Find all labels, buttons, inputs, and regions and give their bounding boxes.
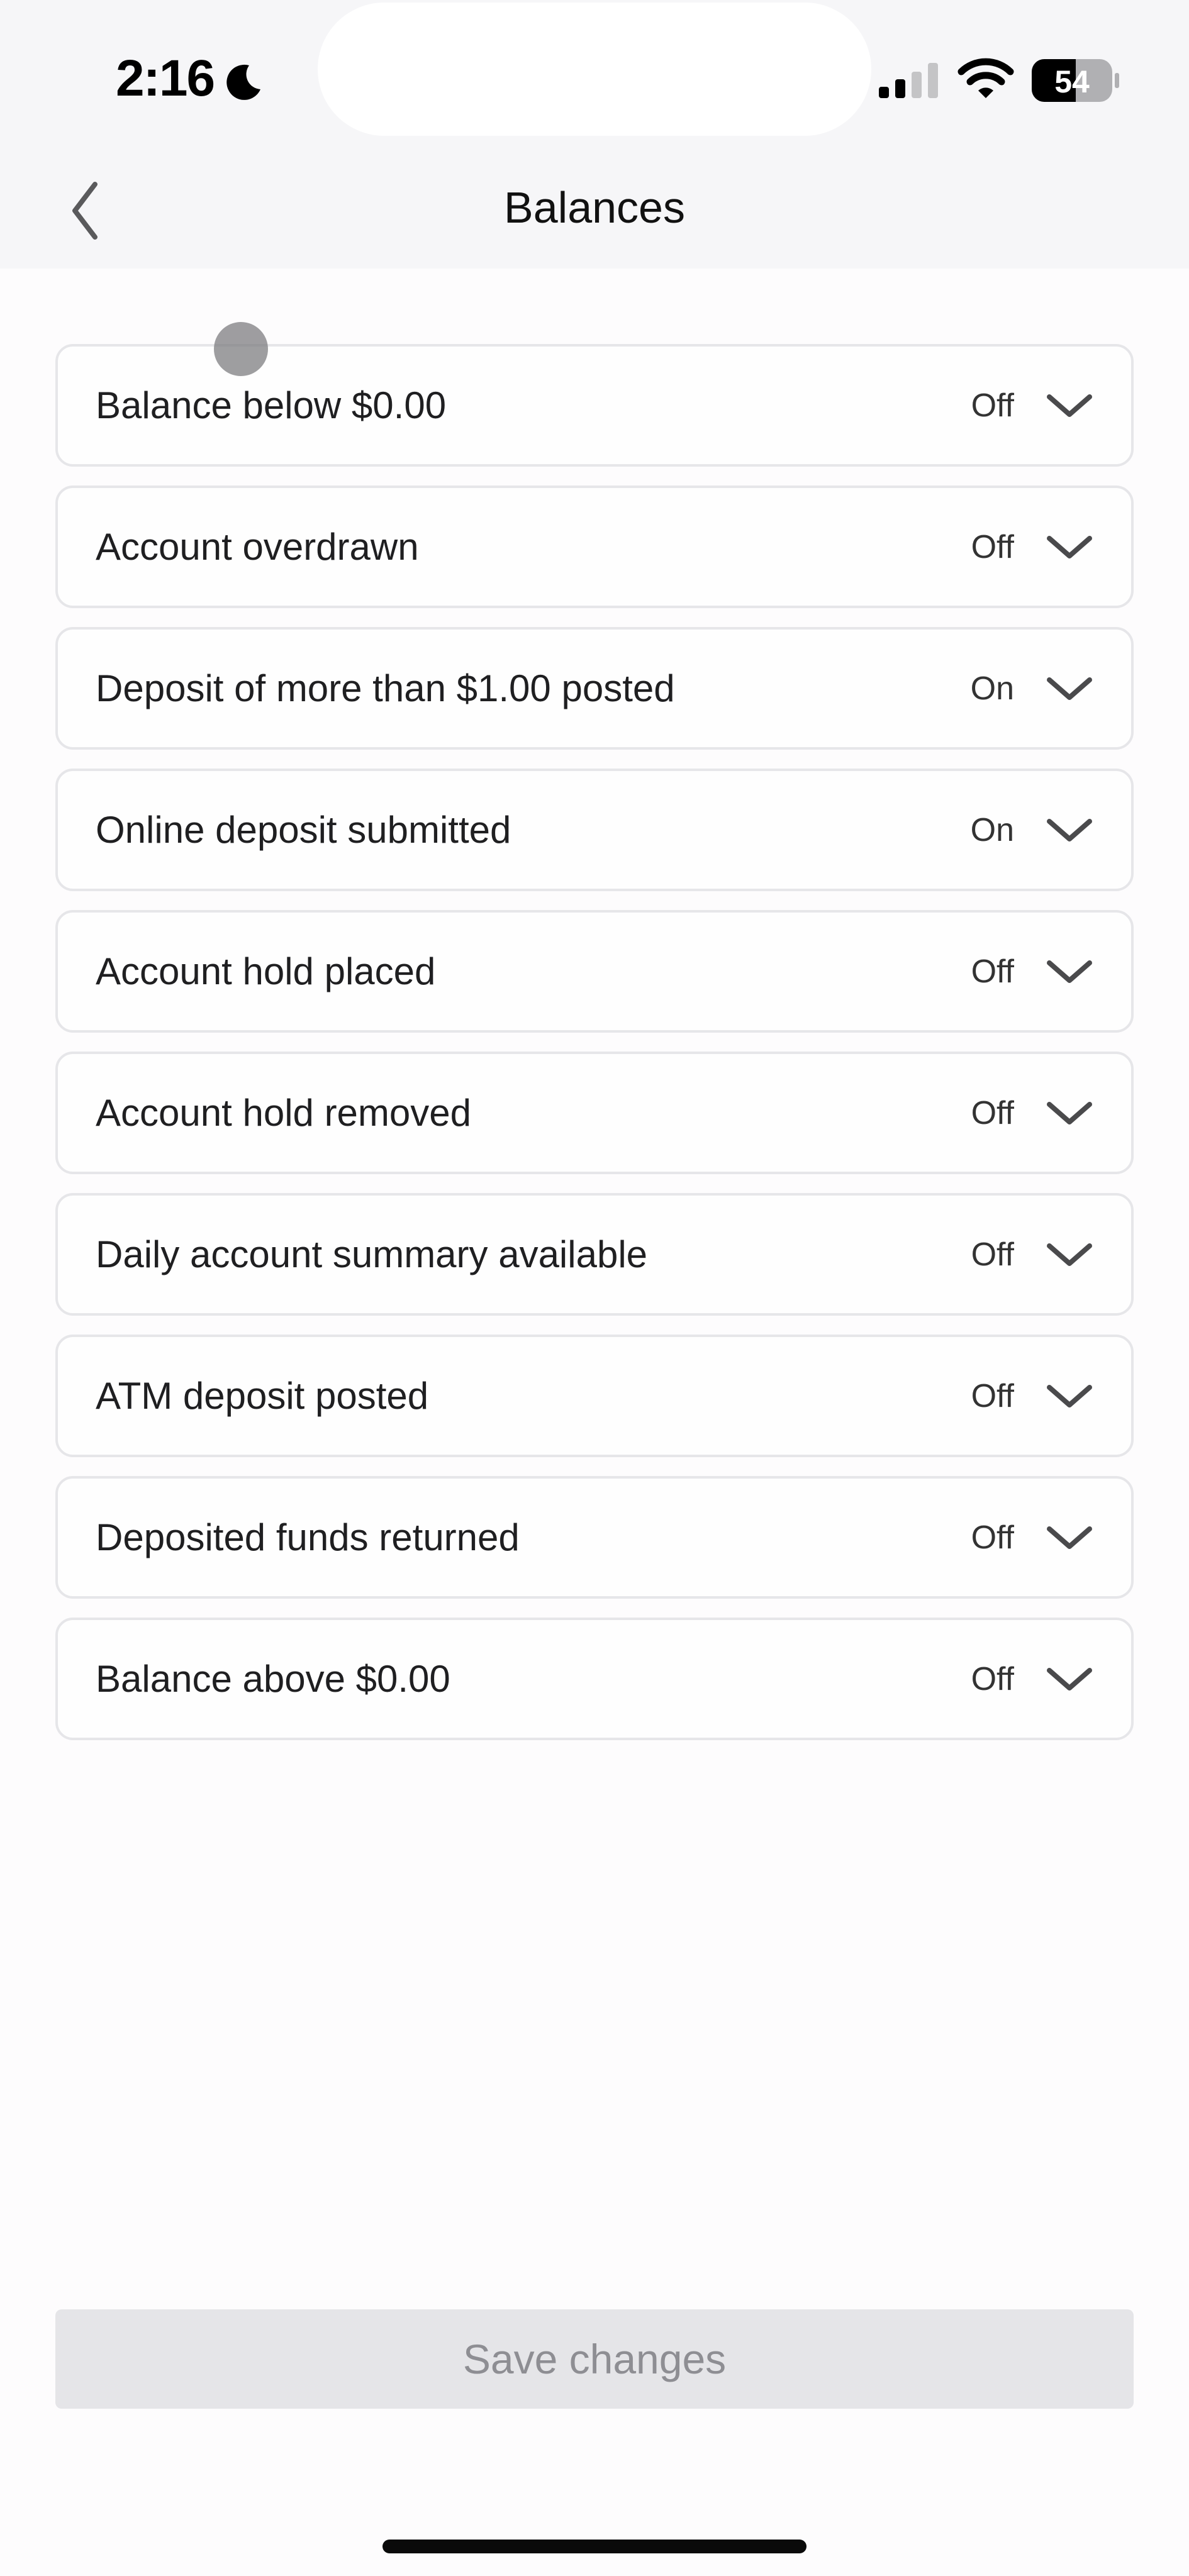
wifi-icon [957, 58, 1014, 98]
chevron-down-icon[interactable] [1046, 533, 1093, 561]
alerts-list: Balance below $0.00 Off Account overdraw… [55, 344, 1134, 1740]
chevron-down-icon[interactable] [1046, 1665, 1093, 1693]
alert-row-hold-placed[interactable]: Account hold placed Off [55, 910, 1134, 1033]
alert-status: Off [971, 387, 1014, 424]
alert-label: Account overdrawn [96, 526, 419, 568]
alert-status: Off [971, 1519, 1014, 1556]
alert-row-funds-returned[interactable]: Deposited funds returned Off [55, 1476, 1134, 1599]
chevron-down-icon[interactable] [1046, 1099, 1093, 1127]
moon-icon [226, 64, 260, 100]
alert-label: Daily account summary available [96, 1233, 648, 1275]
chevron-down-icon[interactable] [1046, 675, 1093, 702]
chevron-down-icon[interactable] [1046, 1524, 1093, 1552]
alert-label: Deposit of more than $1.00 posted [96, 667, 675, 709]
battery-level: 54 [1054, 64, 1090, 99]
status-bar: 2:16 54 [0, 0, 1189, 145]
chevron-down-icon[interactable] [1046, 1241, 1093, 1269]
cellular-signal-icon [879, 63, 938, 98]
chevron-down-icon[interactable] [1046, 816, 1093, 844]
top-area: 2:16 54 Balances [0, 0, 1189, 269]
status-time: 2:16 [116, 50, 215, 107]
touch-indicator [214, 322, 268, 376]
alert-row-atm-deposit[interactable]: ATM deposit posted Off [55, 1335, 1134, 1457]
alert-row-online-deposit[interactable]: Online deposit submitted On [55, 769, 1134, 891]
alert-label: ATM deposit posted [96, 1375, 429, 1417]
alert-status: Off [971, 1660, 1014, 1697]
alert-label: Account hold placed [96, 950, 436, 992]
alert-label: Balance above $0.00 [96, 1658, 450, 1700]
alert-row-balance-above[interactable]: Balance above $0.00 Off [55, 1618, 1134, 1740]
alert-label: Online deposit submitted [96, 809, 511, 851]
alert-row-daily-summary[interactable]: Daily account summary available Off [55, 1193, 1134, 1316]
alert-row-hold-removed[interactable]: Account hold removed Off [55, 1052, 1134, 1174]
alert-label: Deposited funds returned [96, 1516, 520, 1558]
alert-label: Balance below $0.00 [96, 384, 447, 426]
alert-status: Off [971, 1377, 1014, 1414]
save-changes-button[interactable]: Save changes [55, 2309, 1134, 2409]
page-title: Balances [504, 183, 685, 232]
alert-status: On [970, 670, 1014, 707]
alert-row-deposit-posted[interactable]: Deposit of more than $1.00 posted On [55, 627, 1134, 750]
alert-status: Off [971, 953, 1014, 990]
alert-status: Off [971, 1236, 1014, 1273]
alert-row-account-overdrawn[interactable]: Account overdrawn Off [55, 486, 1134, 608]
chevron-down-icon[interactable] [1046, 958, 1093, 985]
home-indicator[interactable] [382, 2540, 807, 2553]
chevron-down-icon[interactable] [1046, 392, 1093, 419]
alert-status: Off [971, 528, 1014, 565]
chevron-down-icon[interactable] [1046, 1382, 1093, 1410]
nav-bar: Balances [0, 145, 1189, 269]
alert-status: On [970, 811, 1014, 848]
dynamic-island [318, 3, 871, 136]
battery-icon: 54 [1032, 59, 1119, 102]
alert-label: Account hold removed [96, 1092, 472, 1134]
alert-status: Off [971, 1094, 1014, 1131]
